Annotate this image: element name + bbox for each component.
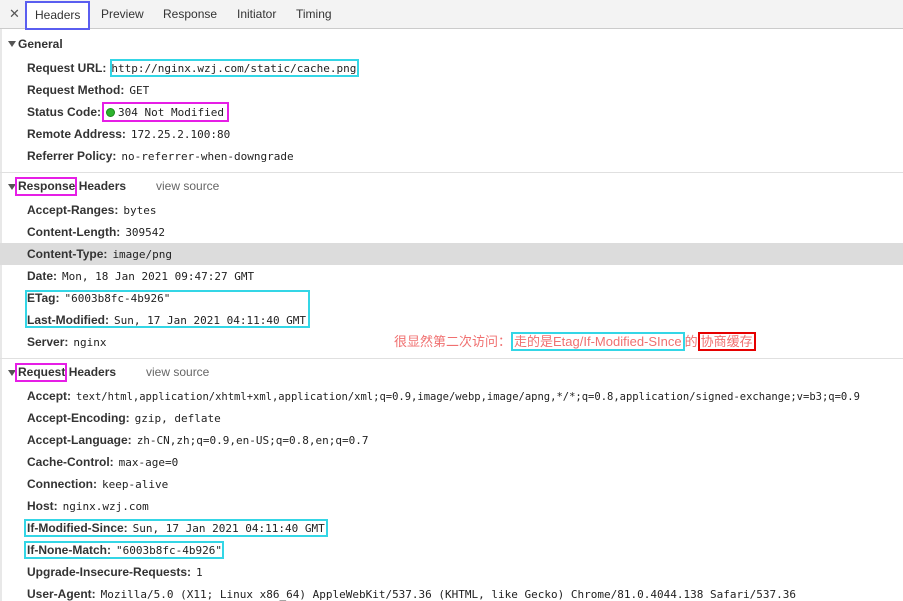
section-title-part: Headers bbox=[78, 179, 127, 193]
highlight-request-url bbox=[110, 59, 359, 77]
annotation-highlight-cyan: 走的是Etag/If-Modified-SInce bbox=[511, 332, 685, 351]
header-value: nginx.wzj.com bbox=[62, 500, 149, 513]
tab-response[interactable]: Response bbox=[163, 0, 217, 29]
header-key: Accept-Language: bbox=[27, 433, 132, 447]
general-row-remote-address: Remote Address: 172.25.2.100:80 bbox=[27, 127, 230, 141]
header-key: Host: bbox=[27, 499, 58, 513]
section-divider bbox=[0, 172, 903, 173]
header-value: Mon, 18 Jan 2021 09:47:27 GMT bbox=[62, 270, 255, 283]
request-row-upgrade-insecure: Upgrade-Insecure-Requests: 1 bbox=[27, 565, 203, 579]
header-value: image/png bbox=[112, 248, 173, 261]
annotation-highlight-red: 协商缓存 bbox=[697, 332, 756, 351]
header-key: Server: bbox=[27, 335, 69, 349]
section-general-title[interactable]: General bbox=[18, 37, 63, 51]
tab-timing[interactable]: Timing bbox=[296, 0, 332, 29]
close-icon[interactable]: ✕ bbox=[9, 6, 21, 22]
header-value: bytes bbox=[123, 204, 157, 217]
request-row-connection: Connection: keep-alive bbox=[27, 477, 168, 491]
general-row-referrer-policy: Referrer Policy: no-referrer-when-downgra… bbox=[27, 149, 294, 163]
header-key: Accept: bbox=[27, 389, 72, 403]
request-row-accept-encoding: Accept-Encoding: gzip, deflate bbox=[27, 411, 221, 425]
highlight-response-label bbox=[15, 177, 77, 196]
request-row-accept: Accept: text/html,application/xhtml+xml,a… bbox=[27, 389, 860, 403]
panel-left-border bbox=[0, 29, 2, 601]
highlight-request-label bbox=[15, 363, 67, 382]
request-row-user-agent: User-Agent: Mozilla/5.0 (X11; Linux x86_6… bbox=[27, 587, 796, 601]
header-key: Referrer Policy: bbox=[27, 149, 117, 163]
annotation-part: 的 bbox=[684, 334, 698, 349]
expand-triangle-icon[interactable] bbox=[8, 41, 16, 47]
request-row-cache-control: Cache-Control: max-age=0 bbox=[27, 455, 178, 469]
header-value: nginx bbox=[73, 336, 107, 349]
header-value: 1 bbox=[196, 566, 203, 579]
annotation-part: 很显然第二次访问： bbox=[394, 334, 512, 349]
header-value: keep-alive bbox=[102, 478, 169, 491]
tab-preview[interactable]: Preview bbox=[101, 0, 144, 29]
section-divider bbox=[0, 358, 903, 359]
view-source-link[interactable]: view source bbox=[156, 179, 219, 193]
annotation-text: 很显然第二次访问： 走的是Etag/If-Modified-SInce 的协商缓存 bbox=[394, 331, 756, 351]
header-value: zh-CN,zh;q=0.9,en-US;q=0.8,en;q=0.7 bbox=[136, 434, 369, 447]
header-value: 309542 bbox=[125, 226, 166, 239]
highlight-if-none-match bbox=[24, 541, 224, 559]
highlight-status-code bbox=[102, 102, 229, 122]
header-key: Remote Address: bbox=[27, 127, 126, 141]
header-key: Date: bbox=[27, 269, 58, 283]
header-value: text/html,application/xhtml+xml,applicat… bbox=[76, 391, 860, 403]
header-key: Accept-Ranges: bbox=[27, 203, 119, 217]
section-title-part: Headers bbox=[68, 365, 117, 379]
highlight-etag-last-modified bbox=[25, 290, 310, 328]
header-value: no-referrer-when-downgrade bbox=[121, 150, 294, 163]
tab-initiator[interactable]: Initiator bbox=[237, 0, 276, 29]
request-row-accept-language: Accept-Language: zh-CN,zh;q=0.9,en-US;q=0… bbox=[27, 433, 368, 447]
response-row-content-length: Content-Length: 309542 bbox=[27, 225, 165, 239]
header-key: Status Code: bbox=[27, 105, 102, 119]
tab-headers[interactable]: Headers bbox=[25, 1, 91, 30]
request-row-host: Host: nginx.wzj.com bbox=[27, 499, 149, 513]
header-key: User-Agent: bbox=[27, 587, 96, 601]
header-key: Content-Type: bbox=[27, 247, 108, 261]
header-key: Content-Length: bbox=[27, 225, 121, 239]
highlight-if-modified-since bbox=[24, 519, 328, 537]
view-source-link[interactable]: view source bbox=[146, 365, 209, 379]
header-value: Mozilla/5.0 (X11; Linux x86_64) AppleWeb… bbox=[100, 588, 797, 601]
header-value: gzip, deflate bbox=[134, 412, 221, 425]
response-row-content-type: Content-Type: image/png bbox=[27, 247, 172, 261]
header-key: Connection: bbox=[27, 477, 97, 491]
devtools-tab-bar: ✕ Headers Preview Response Initiator Tim… bbox=[0, 0, 903, 30]
response-row-accept-ranges: Accept-Ranges: bytes bbox=[27, 203, 156, 217]
header-key: Upgrade-Insecure-Requests: bbox=[27, 565, 192, 579]
header-value: 172.25.2.100:80 bbox=[130, 128, 231, 141]
header-value: GET bbox=[129, 84, 150, 97]
header-key: Accept-Encoding: bbox=[27, 411, 130, 425]
general-row-request-method: Request Method: GET bbox=[27, 83, 149, 97]
header-key: Request URL: bbox=[27, 61, 107, 75]
response-row-server: Server: nginx bbox=[27, 335, 107, 349]
header-key: Cache-Control: bbox=[27, 455, 114, 469]
header-value: max-age=0 bbox=[118, 456, 179, 469]
header-key: Request Method: bbox=[27, 83, 125, 97]
response-row-date: Date: Mon, 18 Jan 2021 09:47:27 GMT bbox=[27, 269, 254, 283]
